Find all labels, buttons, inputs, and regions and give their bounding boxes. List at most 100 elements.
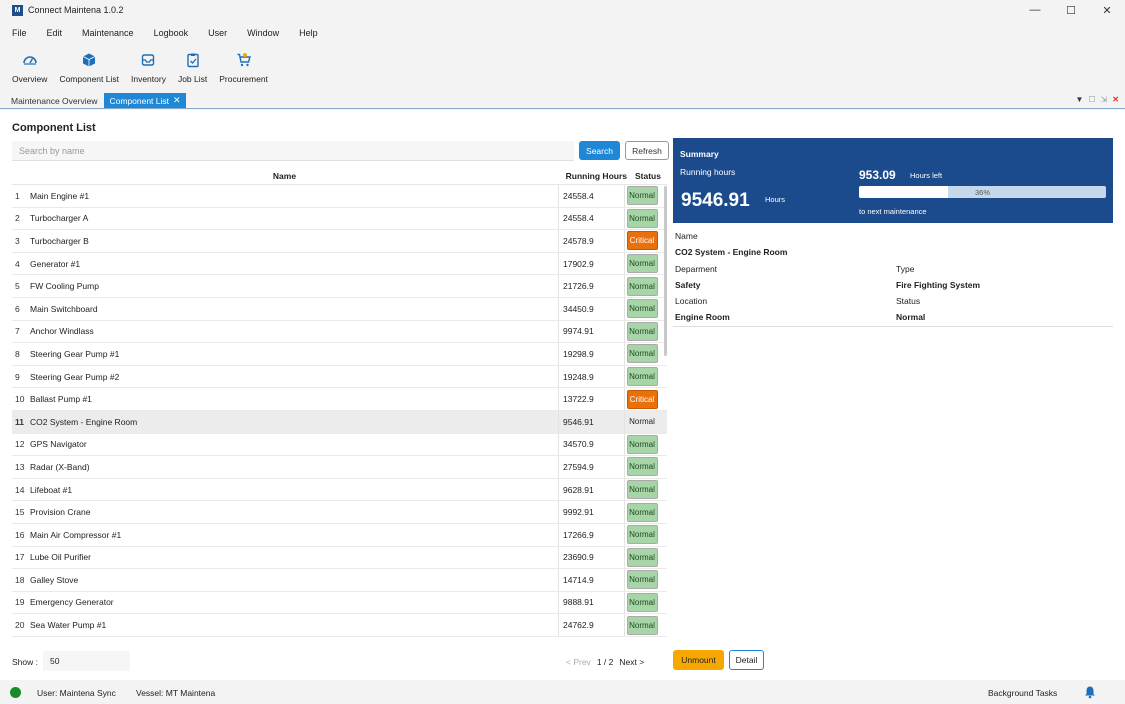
table-row[interactable]: 16 Main Air Compressor #1 17266.9 Normal <box>12 523 667 547</box>
row-number: 11 <box>15 416 24 427</box>
menu-help[interactable]: Help <box>299 28 318 38</box>
running-hours: 24558.4 <box>559 207 625 230</box>
table-row[interactable]: 18 Galley Stove 14714.9 Normal <box>12 569 667 592</box>
inbox-icon <box>142 54 155 66</box>
menu-maintenance[interactable]: Maintenance <box>82 28 134 38</box>
table-row[interactable]: 10 Ballast Pump #1 13722.9 Critical <box>12 388 667 411</box>
detail-name-value: CO2 System - Engine Room <box>675 247 788 257</box>
table-row[interactable]: 8 Steering Gear Pump #1 19298.9 Normal <box>12 343 667 366</box>
menu-logbook[interactable]: Logbook <box>154 28 189 38</box>
table-body: 1 Main Engine #1 24558.4 Normal 2 Turbocharge… <box>12 185 667 637</box>
status-vessel: Vessel: MT Maintena <box>136 688 216 698</box>
column-header-status[interactable]: Status <box>629 171 667 181</box>
menu-file[interactable]: File <box>12 28 27 38</box>
detail-location-value: Engine Room <box>675 312 730 322</box>
table-row[interactable]: 19 Emergency Generator 9888.91 Normal <box>12 591 667 615</box>
prev-page-button[interactable]: < Prev <box>566 657 591 667</box>
status-badge: Normal <box>626 570 658 590</box>
status-cell: Normal <box>625 411 659 433</box>
component-name: FW Cooling Pump <box>24 275 559 297</box>
row-number: 20 <box>15 620 25 631</box>
table-row[interactable]: 17 Lube Oil Purifier 23690.9 Normal <box>12 546 667 570</box>
status-badge: Normal <box>626 254 658 274</box>
tab-maximize-icon[interactable]: ☐ <box>1088 95 1095 104</box>
table-row[interactable]: 2 Turbocharger A 24558.4 Normal <box>12 207 667 231</box>
status-badge: Normal <box>626 208 658 228</box>
table-row[interactable]: 5 FW Cooling Pump 21726.9 Normal <box>12 275 667 298</box>
table-row[interactable]: 4 Generator #1 17902.9 Normal <box>12 252 667 276</box>
row-number: 5 <box>15 281 20 292</box>
column-header-hours[interactable]: Running Hours <box>557 171 629 181</box>
detail-type-value: Fire Fighting System <box>896 280 981 290</box>
status-cell: Normal <box>625 298 659 320</box>
tab-component-list[interactable]: Component List ✕ <box>104 93 186 108</box>
table-row[interactable]: 3 Turbocharger B 24578.9 Critical <box>12 230 667 253</box>
tab-menu-icon[interactable]: ▼ <box>1076 95 1084 104</box>
minimize-button[interactable]: — <box>1017 0 1053 20</box>
table-row[interactable]: 13 Radar (X-Band) 27594.9 Normal <box>12 456 667 479</box>
row-number: 2 <box>15 213 20 224</box>
toolbar-component-list-button[interactable]: Component List <box>59 48 119 90</box>
table-row[interactable]: 1 Main Engine #1 24558.4 Normal <box>12 185 667 208</box>
tab-maintenance-overview[interactable]: Maintenance Overview <box>6 93 102 108</box>
running-hours: 24762.9 <box>559 614 625 636</box>
status-user: User: Maintena Sync <box>37 688 116 698</box>
bell-icon[interactable] <box>1083 685 1097 699</box>
status-cell: Normal <box>625 479 659 501</box>
status-badge: Normal <box>626 186 658 206</box>
column-header-name[interactable]: Name <box>12 171 557 181</box>
menu-edit[interactable]: Edit <box>47 28 63 38</box>
running-hours: 9546.91 <box>559 410 625 433</box>
tab-pin-icon[interactable]: ⇲ <box>1101 95 1108 104</box>
component-name: Lifeboat #1 <box>24 478 559 501</box>
status-cell: Normal <box>625 253 659 275</box>
table-row[interactable]: 20 Sea Water Pump #1 24762.9 Normal <box>12 614 667 637</box>
toolbar-label: Component List <box>59 74 119 84</box>
search-button[interactable]: Search <box>579 141 620 160</box>
close-window-button[interactable]: ✕ <box>1089 0 1125 20</box>
table-row[interactable]: 9 Steering Gear Pump #2 19248.9 Normal <box>12 365 667 389</box>
search-input[interactable] <box>12 141 574 161</box>
status-cell: Normal <box>625 185 659 207</box>
table-row[interactable]: 7 Anchor Windlass 9974.91 Normal <box>12 320 667 344</box>
detail-location-label: Location <box>675 296 708 306</box>
maximize-button[interactable]: ☐ <box>1053 0 1089 20</box>
tab-tools: ▼ ☐ ⇲ ✕ <box>1076 95 1120 104</box>
hours-left-unit: Hours left <box>910 171 943 180</box>
toolbar-inventory-button[interactable]: Inventory <box>131 48 166 90</box>
status-badge: Normal <box>626 367 658 387</box>
table-row[interactable]: 11 CO2 System - Engine Room 9546.91 Normal <box>12 410 667 434</box>
table-row[interactable]: 12 GPS Navigator 34570.9 Normal <box>12 433 667 457</box>
component-name: Steering Gear Pump #2 <box>24 365 559 388</box>
running-hours: 34450.9 <box>559 297 625 320</box>
component-name: Lube Oil Purifier <box>24 546 559 569</box>
background-tasks-label[interactable]: Background Tasks <box>988 688 1057 698</box>
menu-window[interactable]: Window <box>247 28 279 38</box>
table-scrollbar[interactable] <box>664 186 667 356</box>
table-row[interactable]: 14 Lifeboat #1 9628.91 Normal <box>12 478 667 502</box>
status-cell: Normal <box>625 501 659 523</box>
detail-button[interactable]: Detail <box>729 650 764 670</box>
tab-close-icon[interactable]: ✕ <box>173 95 181 106</box>
table-row[interactable]: 15 Provision Crane 9992.91 Normal <box>12 501 667 524</box>
menu-user[interactable]: User <box>208 28 227 38</box>
status-cell: Normal <box>625 614 659 636</box>
next-page-button[interactable]: Next > <box>619 657 644 667</box>
next-maintenance-label: to next maintenance <box>859 207 927 216</box>
unmount-button[interactable]: Unmount <box>673 650 724 670</box>
toolbar-label: Job List <box>177 74 208 84</box>
refresh-button[interactable]: Refresh <box>625 141 669 160</box>
page-size-input[interactable] <box>43 651 130 671</box>
toolbar-job-list-button[interactable]: Job List <box>178 48 207 90</box>
running-hours: 17902.9 <box>559 252 625 275</box>
toolbar-procurement-button[interactable]: Procurement <box>219 48 268 90</box>
tab-close-all-icon[interactable]: ✕ <box>1112 95 1119 104</box>
toolbar-overview-button[interactable]: Overview <box>12 48 47 90</box>
running-hours: 13722.9 <box>559 388 625 410</box>
show-label: Show : <box>12 657 38 667</box>
running-hours: 19298.9 <box>559 343 625 365</box>
status-cell: Normal <box>625 343 659 365</box>
table-row[interactable]: 6 Main Switchboard 34450.9 Normal <box>12 297 667 321</box>
row-number: 16 <box>15 529 25 540</box>
component-name: Emergency Generator <box>24 591 559 614</box>
